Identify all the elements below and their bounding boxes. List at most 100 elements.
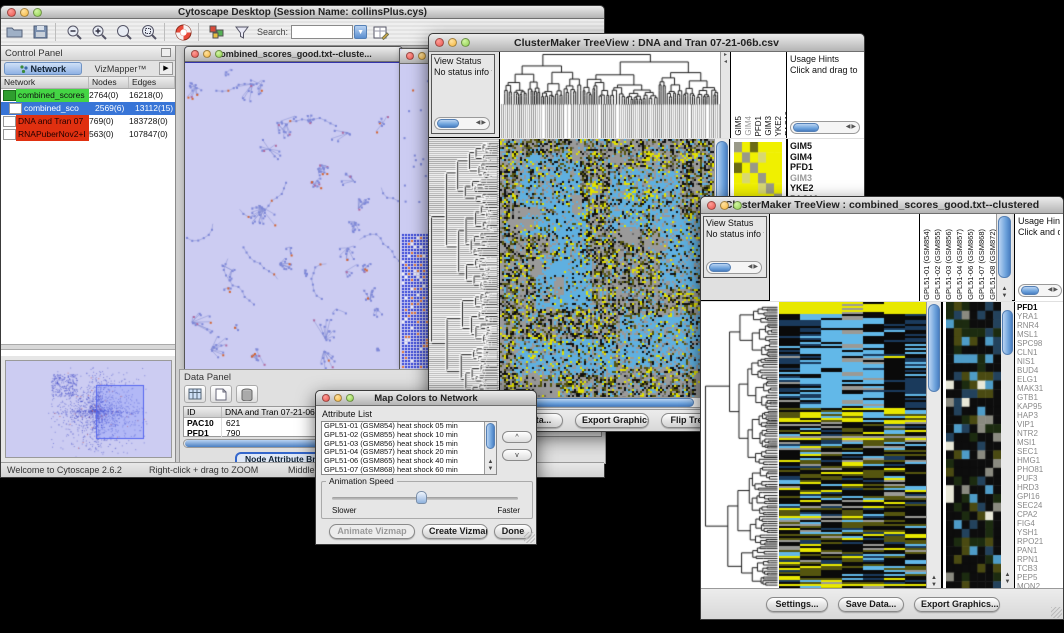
tv2-export-graphics-button[interactable]: Export Graphics... xyxy=(914,597,1000,612)
save-icon[interactable] xyxy=(29,22,51,42)
gene-label[interactable]: NTR2 xyxy=(1015,429,1061,438)
gene-label[interactable]: RPN1 xyxy=(1015,555,1061,564)
gene-label[interactable]: SEC24 xyxy=(1015,501,1061,510)
zoom-button[interactable] xyxy=(33,8,42,17)
gene-label[interactable]: GPI16 xyxy=(1015,492,1061,501)
gene-label[interactable]: GIM4 xyxy=(788,152,864,163)
gene-label[interactable]: TCB3 xyxy=(1015,564,1061,573)
table-edit-icon[interactable] xyxy=(370,22,392,42)
column-label[interactable]: GPL51-08 (GSM872) xyxy=(988,229,996,300)
gene-label[interactable]: ELG1 xyxy=(1015,375,1061,384)
tv2-genelist-vscrollbar[interactable]: ▲▼ xyxy=(1001,302,1014,590)
dialog-titlebar[interactable]: Map Colors to Network xyxy=(316,391,536,406)
network-row[interactable]: combined_sco 2569(6) 13112(15) xyxy=(1,102,175,115)
tv2-heatmap[interactable] xyxy=(779,302,926,590)
pane-arrows[interactable]: ▸◂ xyxy=(720,52,730,138)
tv1-hints-hscrollbar[interactable]: ◀▶ xyxy=(790,121,860,134)
tab-vizmapper[interactable]: VizMapper™ xyxy=(82,64,159,74)
gene-label[interactable]: MAK31 xyxy=(1015,384,1061,393)
zoom-button[interactable] xyxy=(215,50,223,58)
tv1-zoom-heatmap[interactable] xyxy=(734,142,782,204)
minimize-button[interactable] xyxy=(448,38,457,47)
speed-slider-thumb[interactable] xyxy=(416,491,427,504)
tv1-heatmap[interactable] xyxy=(499,139,714,399)
close-button[interactable] xyxy=(322,394,330,402)
gene-label[interactable]: FIG4 xyxy=(1015,519,1061,528)
close-button[interactable] xyxy=(707,201,716,210)
gene-label[interactable]: HMG1 xyxy=(1015,456,1061,465)
search-dropdown-arrow-icon[interactable]: ▼ xyxy=(354,25,367,39)
column-label[interactable]: GIM5 xyxy=(734,116,743,136)
tv2-save-data-button[interactable]: Save Data... xyxy=(838,597,904,612)
attribute-item[interactable]: GPL51-07 (GSM868) heat shock 60 min xyxy=(322,466,484,475)
tv1-export-graphics-button[interactable]: Export Graphics... xyxy=(575,413,649,428)
network-row[interactable]: combined_scores 2764(0) 16218(0) xyxy=(1,89,175,102)
filter-icon[interactable] xyxy=(231,22,253,42)
gene-label[interactable]: YKE2 xyxy=(788,183,864,194)
animate-vizmap-button[interactable]: Animate Vizmap xyxy=(329,524,415,539)
column-label[interactable]: PFD1 xyxy=(754,116,763,136)
column-label[interactable]: GPL51-01 (GSM854) xyxy=(922,229,931,300)
tab-network[interactable]: Network xyxy=(4,62,82,75)
close-button[interactable] xyxy=(191,50,199,58)
close-button[interactable] xyxy=(406,52,414,60)
column-label[interactable]: GPL51-03 (GSM856) xyxy=(944,229,953,300)
tv2-settings-button[interactable]: Settings... xyxy=(766,597,828,612)
minimize-button[interactable] xyxy=(720,201,729,210)
tv1-status-hscrollbar[interactable]: ◀▶ xyxy=(434,117,490,130)
gene-label[interactable]: BUD4 xyxy=(1015,366,1061,375)
tv2-heatmap-vscrollbar[interactable]: ▲▼ xyxy=(926,302,941,590)
network-view-titlebar[interactable]: combined_scores_good.txt--cluste... xyxy=(185,47,402,62)
gene-label[interactable]: PHO81 xyxy=(1015,465,1061,474)
id-column-header[interactable]: ID xyxy=(184,407,222,417)
gene-label[interactable]: PAN1 xyxy=(1015,546,1061,555)
help-lifering-icon[interactable] xyxy=(172,22,194,42)
resize-grip[interactable] xyxy=(1051,607,1062,618)
zoom-fit-icon[interactable] xyxy=(113,22,135,42)
gene-label[interactable]: GTB1 xyxy=(1015,393,1061,402)
gene-label[interactable]: GIM3 xyxy=(788,173,864,184)
gene-label[interactable]: SEC1 xyxy=(1015,447,1061,456)
close-button[interactable] xyxy=(435,38,444,47)
gene-label[interactable]: SPC98 xyxy=(1015,339,1061,348)
main-titlebar[interactable]: Cytoscape Desktop (Session Name: collins… xyxy=(1,6,604,19)
move-up-button[interactable]: ^ xyxy=(502,431,532,443)
gene-label[interactable]: YSH1 xyxy=(1015,528,1061,537)
gene-label[interactable]: GIM5 xyxy=(788,141,864,152)
float-panel-icon[interactable] xyxy=(161,48,171,57)
delete-attribute-icon[interactable] xyxy=(236,385,258,403)
attribute-listbox[interactable]: GPL51-01 (GSM854) heat shock 05 minGPL51… xyxy=(321,421,497,475)
tv1-column-dendrogram[interactable] xyxy=(500,52,721,138)
zoom-button[interactable] xyxy=(461,38,470,47)
gene-label[interactable]: PUF3 xyxy=(1015,474,1061,483)
column-label[interactable]: GIM3 xyxy=(764,116,773,136)
gene-label[interactable]: VIP1 xyxy=(1015,420,1061,429)
gene-label[interactable]: RPO21 xyxy=(1015,537,1061,546)
vizmapper-icon[interactable] xyxy=(206,22,228,42)
network-canvas[interactable] xyxy=(185,62,402,369)
close-button[interactable] xyxy=(7,8,16,17)
gene-label[interactable]: HAP3 xyxy=(1015,411,1061,420)
tv2-row-dendrogram[interactable] xyxy=(703,302,779,590)
network-row[interactable]: RNAPuberNov2+I 563(0) 107847(0) xyxy=(1,128,175,141)
gene-label[interactable]: CLN1 xyxy=(1015,348,1061,357)
new-attribute-icon[interactable] xyxy=(210,385,232,403)
move-down-button[interactable]: v xyxy=(502,449,532,461)
column-label[interactable]: GPL51-06 (GSM865) xyxy=(966,229,975,300)
attribute-list-vscrollbar[interactable]: ▲▼ xyxy=(484,422,496,474)
select-attributes-icon[interactable] xyxy=(184,385,206,403)
tv2-global-heatmap[interactable] xyxy=(946,302,1001,590)
search-input[interactable] xyxy=(291,25,353,39)
network-row[interactable]: DNA and Tran 07 769(0) 183728(0) xyxy=(1,115,175,128)
column-label[interactable]: GPL51-04 (GSM857) xyxy=(955,229,964,300)
tv2-hints-hscrollbar[interactable]: ◀▶ xyxy=(1018,284,1062,297)
minimize-button[interactable] xyxy=(203,50,211,58)
gene-label[interactable]: CPA2 xyxy=(1015,510,1061,519)
column-label[interactable]: GPL51-02 (GSM855) xyxy=(933,229,942,300)
tab-overflow-arrow[interactable]: ▶ xyxy=(159,62,173,75)
zoom-out-icon[interactable] xyxy=(63,22,85,42)
gene-label[interactable]: KAP95 xyxy=(1015,402,1061,411)
column-label[interactable]: GPL51-07 (GSM868) xyxy=(977,229,986,300)
tv1-titlebar[interactable]: ClusterMaker TreeView : DNA and Tran 07-… xyxy=(429,34,864,52)
zoom-button[interactable] xyxy=(733,201,742,210)
